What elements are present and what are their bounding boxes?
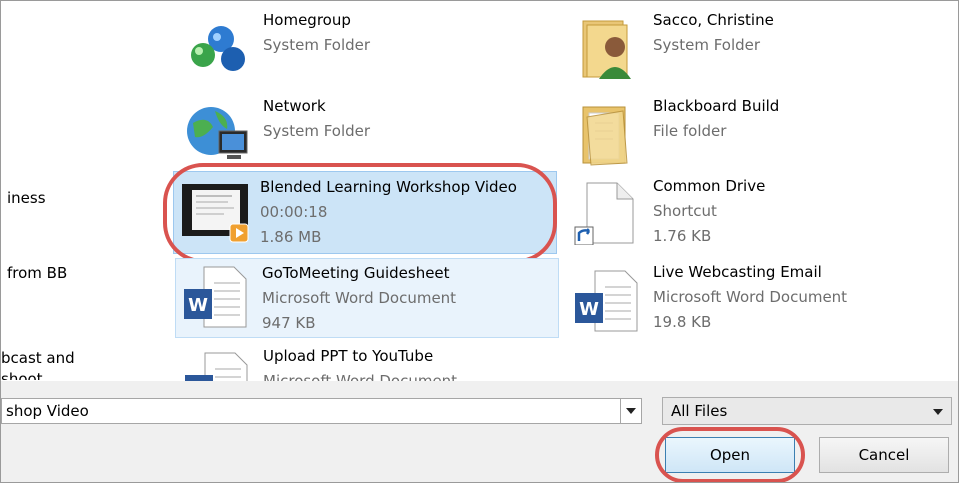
word-document-icon [185,352,248,381]
file-type: Microsoft Word Document [653,288,848,306]
network-globe-icon [187,107,248,159]
file-name: Upload PPT to YouTube [263,347,434,365]
file-size: 1.86 MB [260,228,322,246]
file-item-blackboard-build[interactable]: Blackboard Build File folder [567,97,947,177]
file-name: Blended Learning Workshop Video [260,178,517,196]
file-name: Sacco, Christine [653,11,774,29]
chevron-down-icon [626,408,636,414]
video-file-icon [182,184,249,243]
file-type-filter-select[interactable]: All Files [662,397,952,425]
file-name-dropdown-button[interactable] [620,398,642,424]
file-item-common-drive[interactable]: Common Drive Shortcut 1.76 KB [567,175,947,255]
file-type: Shortcut [653,202,717,220]
user-folder-icon [582,20,631,79]
file-type: System Folder [263,36,371,54]
file-type-filter-value: All Files [671,402,728,420]
file-item-network[interactable]: Network System Folder [177,97,557,177]
nav-item[interactable]: iness [7,189,46,207]
chevron-down-icon [933,409,943,415]
file-size: 19.8 KB [653,313,712,331]
file-name: GoToMeeting Guidesheet [262,264,450,282]
file-item-sacco-christine[interactable]: Sacco, Christine System Folder [567,11,947,91]
file-type: File folder [653,122,727,140]
file-size: 1.76 KB [653,227,712,245]
folder-icon [582,106,628,166]
file-name: Blackboard Build [653,97,780,115]
file-type: Microsoft Word Document [263,372,458,381]
file-type: System Folder [263,122,371,140]
open-button[interactable]: Open [665,437,795,473]
file-item-blended-learning-video[interactable]: Blended Learning Workshop Video 00:00:18… [173,171,557,254]
file-name: Network [263,97,326,115]
file-item-gotomeeting-guidesheet[interactable]: W GoToMeeting Guidesheet Microsoft Word … [175,258,559,338]
file-item-homegroup[interactable]: Homegroup System Folder [177,11,557,91]
word-document-icon: W [184,266,247,328]
file-size: 947 KB [262,314,316,332]
nav-item[interactable]: shoot [1,370,43,380]
file-name-input[interactable]: shop Video [1,398,631,424]
file-duration: 00:00:18 [260,203,328,221]
homegroup-icon [191,26,245,71]
open-file-dialog: iness from BB bcast and shoot Homegroup … [0,0,959,483]
svg-text:W: W [188,295,208,316]
cancel-button[interactable]: Cancel [819,437,949,473]
word-document-icon: W [575,270,638,332]
file-item-live-webcasting-email[interactable]: W Live Webcasting Email Microsoft Word D… [567,263,947,343]
nav-item[interactable]: bcast and [1,349,75,367]
file-name: Common Drive [653,177,766,195]
file-type: Microsoft Word Document [262,289,457,307]
svg-text:W: W [579,299,599,320]
dialog-bottom-bar: shop Video All Files Open Cancel [1,381,958,482]
file-name: Live Webcasting Email [653,263,822,281]
file-name: Homegroup [263,11,351,29]
file-item-upload-ppt-youtube[interactable]: Upload PPT to YouTube Microsoft Word Doc… [177,347,557,381]
nav-item[interactable]: from BB [7,264,67,282]
shortcut-file-icon [574,182,634,245]
file-type: System Folder [653,36,761,54]
